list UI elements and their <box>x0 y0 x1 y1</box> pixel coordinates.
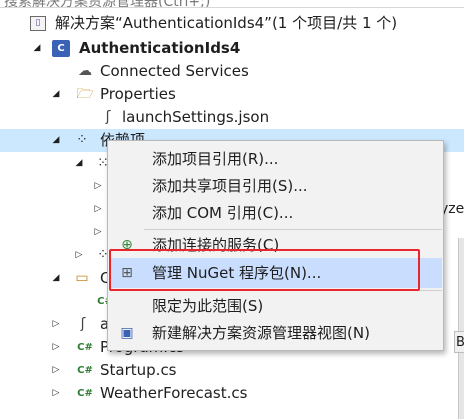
collapse-arrow-icon[interactable]: ◢ <box>50 267 62 290</box>
tree-row-project[interactable]: ◢ C AuthenticationIds4 <box>0 37 464 60</box>
csharp-file-icon: C# <box>77 342 93 353</box>
menu-item-label: 添加连接的服务(C) <box>152 236 280 254</box>
tree-row-connected-services[interactable]: ☁ Connected Services <box>0 60 464 83</box>
tree-row-solution[interactable]: ▯ 解决方案“AuthenticationIds4”(1 个项目/共 1 个) <box>0 12 464 35</box>
tree-row-startup[interactable]: ▷ C# Startup.cs <box>0 359 464 382</box>
tree-row-weatherforecast[interactable]: ▷ C# WeatherForecast.cs <box>0 382 464 405</box>
csharp-project-icon: C <box>52 40 70 57</box>
collapse-arrow-icon[interactable]: ◢ <box>31 37 43 60</box>
properties-folder-icon: 🗁 <box>76 86 94 102</box>
menu-item-add-shared-project-reference[interactable]: 添加共享项目引用(S)... <box>109 171 442 201</box>
weatherforecast-label: WeatherForecast.cs <box>100 384 248 402</box>
menu-item-label: 添加共享项目引用(S)... <box>152 177 308 195</box>
new-view-icon: ▣ <box>120 325 134 341</box>
search-box[interactable]: 搜索解决方案资源管理器(Ctrl+;) <box>0 0 464 8</box>
nuget-package-icon: ⊞ <box>121 265 133 281</box>
menu-item-new-solution-explorer-view[interactable]: ▣ 新建解决方案资源管理器视图(N) <box>109 318 442 348</box>
search-placeholder: 搜索解决方案资源管理器(Ctrl+;) <box>4 0 211 8</box>
startup-label: Startup.cs <box>100 361 177 379</box>
expand-arrow-icon[interactable]: ▷ <box>50 313 62 336</box>
menu-item-label: 新建解决方案资源管理器视图(N) <box>152 324 370 342</box>
menu-item-add-com-reference[interactable]: 添加 COM 引用(C)... <box>109 198 442 228</box>
collapse-arrow-icon[interactable]: ◢ <box>50 83 62 106</box>
collapse-arrow-icon[interactable]: ◢ <box>73 152 85 175</box>
expand-arrow-icon[interactable]: ▷ <box>92 175 104 198</box>
dependencies-icon: ⁘ <box>76 132 88 148</box>
solution-icon: ▯ <box>30 16 46 31</box>
collapse-arrow-icon[interactable]: ◢ <box>50 129 62 152</box>
json-file-icon: ʃ <box>80 316 86 332</box>
csharp-file-icon: C# <box>77 365 93 376</box>
side-panel-button[interactable]: B <box>454 331 464 353</box>
launchsettings-label: launchSettings.json <box>122 108 270 126</box>
solution-label: 解决方案“AuthenticationIds4”(1 个项目/共 1 个) <box>55 14 398 32</box>
json-file-icon: ʃ <box>105 109 111 125</box>
menu-item-label: 添加 COM 引用(C)... <box>152 204 294 222</box>
connected-service-icon: ⊕ <box>121 237 133 253</box>
properties-label: Properties <box>100 85 176 103</box>
menu-item-label: 限定为此范围(S) <box>152 297 264 315</box>
folder-icon: ▭ <box>75 270 89 286</box>
expand-arrow-icon[interactable]: ▷ <box>92 221 104 244</box>
menu-item-label: 管理 NuGet 程序包(N)... <box>152 264 322 282</box>
tree-row-properties[interactable]: ◢ 🗁 Properties <box>0 83 464 106</box>
expand-arrow-icon[interactable]: ▷ <box>50 359 62 382</box>
menu-item-add-connected-service[interactable]: ⊕ 添加连接的服务(C) <box>109 230 442 260</box>
csharp-file-icon: C# <box>77 388 93 399</box>
expand-arrow-icon[interactable]: ▷ <box>73 244 85 267</box>
menu-item-scope-to-this[interactable]: 限定为此范围(S) <box>109 291 442 321</box>
menu-item-add-project-reference[interactable]: 添加项目引用(R)... <box>109 144 442 174</box>
connected-services-label: Connected Services <box>100 62 249 80</box>
cloud-icon: ☁ <box>78 63 92 79</box>
menu-item-manage-nuget-packages[interactable]: ⊞ 管理 NuGet 程序包(N)... <box>109 258 442 288</box>
project-label: AuthenticationIds4 <box>79 39 241 57</box>
expand-arrow-icon[interactable]: ▷ <box>50 336 62 359</box>
context-menu: 添加项目引用(R)... 添加共享项目引用(S)... 添加 COM 引用(C)… <box>107 140 444 351</box>
vertical-scrollbar[interactable] <box>458 238 464 419</box>
expand-arrow-icon[interactable]: ▷ <box>92 198 104 221</box>
tree-row-launchsettings[interactable]: ʃ launchSettings.json <box>0 106 464 129</box>
menu-item-label: 添加项目引用(R)... <box>152 150 279 168</box>
expand-arrow-icon[interactable]: ▷ <box>50 382 62 405</box>
